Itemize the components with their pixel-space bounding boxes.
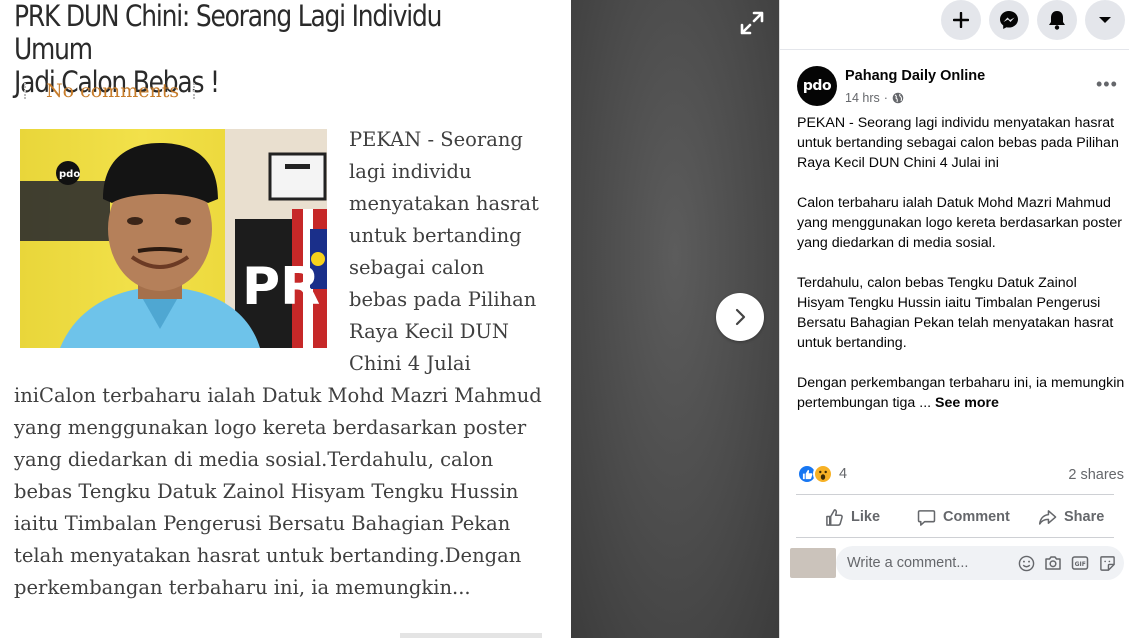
caret-down-icon [1099,17,1111,23]
camera-icon[interactable] [1044,554,1062,572]
divider [796,537,1114,538]
messenger-icon [1000,11,1018,29]
divider [24,83,26,99]
post-panel: pdo Pahang Daily Online 14 hrs · ••• PEK… [779,0,1129,638]
chevron-right-icon [735,308,746,326]
emoji-icon[interactable] [1017,554,1035,572]
avatar-text: pdo [802,78,832,94]
notifications-button[interactable] [1037,0,1077,40]
comments-link: No comments [46,80,180,102]
divider [193,83,196,99]
candidate-photo: PR pdo [20,129,327,348]
svg-text:GIF: GIF [1075,561,1086,568]
globe-icon [892,92,904,104]
scroll-hint [400,633,542,638]
reactions-summary[interactable]: 4 [797,464,847,484]
reaction-count: 4 [839,466,848,482]
post-timestamp[interactable]: 14 hrs · [845,91,904,105]
top-bar [780,0,1129,50]
more-options-icon[interactable]: ••• [1096,74,1118,95]
thumbs-up-icon [826,508,843,526]
commenter-avatar [790,548,836,578]
create-button[interactable] [941,0,981,40]
article-photo: PR pdo [20,129,327,348]
post-text: PEKAN - Seorang lagi individu menyatakan… [797,113,1127,433]
post-paragraph: PEKAN - Seorang lagi individu menyatakan… [797,115,1119,171]
messenger-button[interactable] [989,0,1029,40]
post-paragraph-last: Dengan perkembangan terbaharu ini, ia me… [797,375,1125,411]
sticker-icon[interactable] [1098,554,1116,572]
share-icon [1038,509,1057,525]
bell-icon [1049,11,1065,30]
comment-label: Comment [943,509,1010,525]
post-paragraph: Terdahulu, calon bebas Tengku Datuk Zain… [797,275,1114,351]
comment-input[interactable] [847,555,1007,571]
share-button[interactable]: Share [1038,505,1104,529]
page-avatar[interactable]: pdo [797,66,837,106]
shares-count[interactable]: 2 shares [1068,467,1124,483]
account-menu-button[interactable] [1085,0,1125,40]
post-paragraph: Calon terbaharu ialah Datuk Mohd Mazri M… [797,195,1122,251]
photo-logo: pdo [59,169,80,180]
plus-icon [953,12,969,28]
comment-tools: GIF [1017,554,1116,572]
comment-composer[interactable]: GIF [836,546,1124,580]
see-more-link[interactable]: See more [935,395,999,411]
poster-text: PR [242,257,320,317]
wow-reaction-icon [813,464,833,484]
page-name[interactable]: Pahang Daily Online [845,68,985,84]
photo-viewer [571,0,779,638]
next-photo-button[interactable] [716,293,764,341]
comment-icon [917,509,936,526]
post-time-text: 14 hrs [845,91,880,105]
expand-icon[interactable] [739,10,765,36]
like-label: Like [851,509,881,525]
divider [796,494,1114,495]
like-button[interactable]: Like [825,505,880,529]
gif-icon[interactable]: GIF [1071,554,1089,572]
article-meta: No comments [24,80,196,102]
article-image: PRK DUN Chini: Seorang Lagi Individu Umu… [0,0,571,638]
comment-button[interactable]: Comment [917,505,1010,529]
share-label: Share [1064,509,1105,525]
